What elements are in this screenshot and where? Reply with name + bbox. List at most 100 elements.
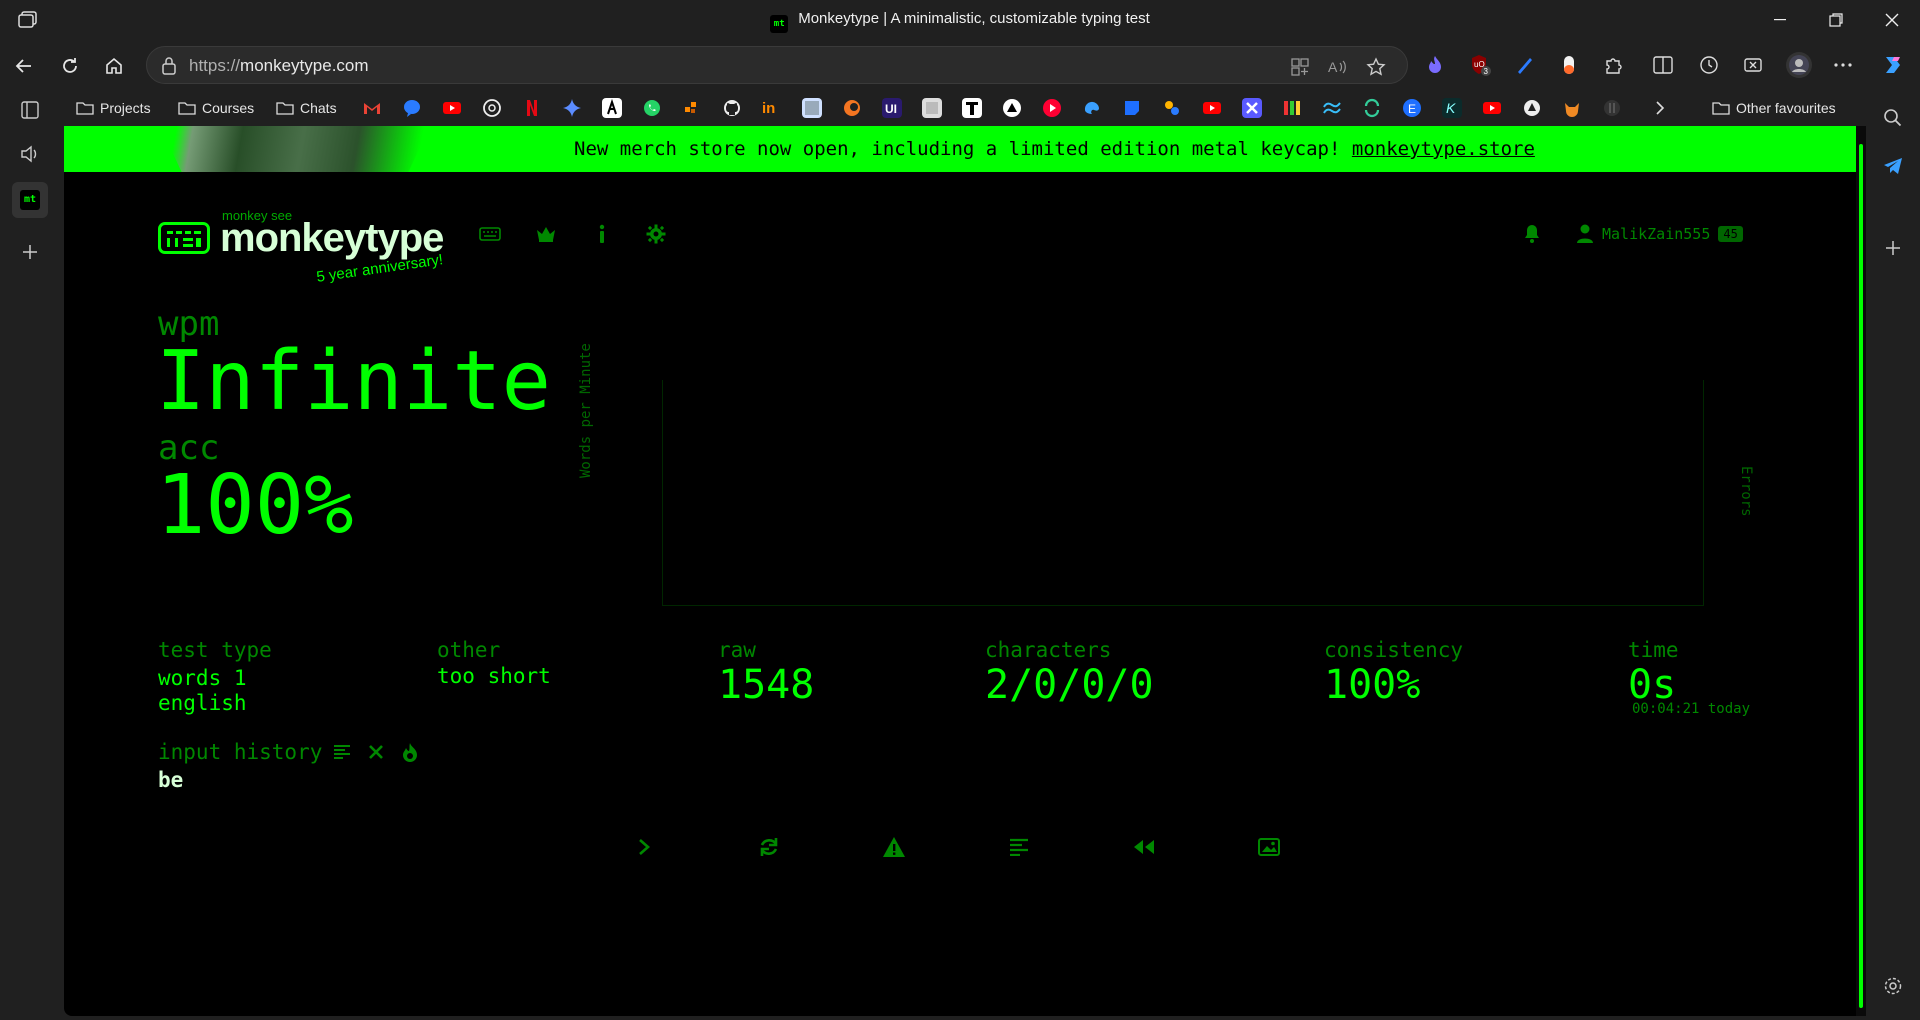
restore-button[interactable] — [1808, 0, 1864, 40]
e-app-icon[interactable]: E — [1402, 98, 1422, 118]
next-test-chevron-icon[interactable] — [631, 834, 657, 860]
indeed-icon[interactable]: in — [762, 98, 782, 118]
more-options-icon[interactable] — [1830, 52, 1856, 78]
github-icon[interactable] — [722, 98, 742, 118]
t-bookmark-icon[interactable] — [962, 98, 982, 118]
favorites-folder-courses[interactable]: Courses — [178, 96, 254, 120]
sidebar-settings-icon[interactable] — [1879, 972, 1907, 1000]
leaderboard-crown-icon[interactable] — [534, 222, 558, 246]
colorful-bars-icon[interactable] — [1282, 98, 1302, 118]
read-aloud-icon[interactable]: A — [1327, 56, 1349, 78]
address-bar[interactable]: https://monkeytype.com A — [146, 46, 1408, 84]
history-icon[interactable] — [1696, 52, 1722, 78]
home-button[interactable] — [98, 50, 130, 82]
chatgpt-icon[interactable] — [482, 98, 502, 118]
other-favourites-folder[interactable]: Other favourites — [1712, 96, 1836, 120]
whatsapp-icon[interactable] — [642, 98, 662, 118]
replay-rewind-icon[interactable] — [1131, 834, 1157, 860]
page-scrollbar[interactable] — [1856, 126, 1866, 1016]
burst-flame-icon[interactable] — [398, 740, 422, 764]
udemy-like-icon[interactable]: UI — [882, 98, 902, 118]
input-history-words: be — [158, 768, 184, 792]
youtube-icon[interactable] — [442, 98, 462, 118]
favorites-folder-chats[interactable]: Chats — [276, 96, 337, 120]
merch-banner: New merch store now open, including a li… — [64, 126, 1856, 172]
monkeytype-tab[interactable]: mt — [12, 182, 48, 218]
result-chart — [662, 380, 1704, 606]
messenger-icon[interactable] — [402, 98, 422, 118]
refresh-button[interactable] — [54, 50, 86, 82]
extensions-puzzle-icon[interactable] — [1600, 52, 1626, 78]
add-sidebar-app-icon[interactable] — [1879, 234, 1907, 262]
about-info-icon[interactable] — [590, 222, 614, 246]
green-app-icon[interactable] — [1362, 98, 1382, 118]
extension-capsule-icon[interactable] — [1556, 52, 1582, 78]
lock-icon[interactable] — [161, 57, 177, 80]
bookmark-orange-icon[interactable] — [682, 98, 702, 118]
chart-y-axis-label: Words per Minute — [578, 343, 594, 478]
errors-x-icon[interactable] — [364, 740, 388, 764]
url-host: monkeytype.com — [240, 56, 369, 75]
screenshot-image-icon[interactable] — [1256, 834, 1282, 860]
vercel-icon[interactable] — [1002, 98, 1022, 118]
svg-text:A: A — [1328, 59, 1338, 75]
youtube-music-icon[interactable] — [1042, 98, 1062, 118]
characters-label: characters — [985, 638, 1112, 662]
acc-value: 100% — [156, 458, 354, 553]
fox-app-icon[interactable] — [1562, 98, 1582, 118]
wpm-value: Infinite — [156, 334, 551, 429]
notion-like-icon[interactable] — [922, 98, 942, 118]
extension-flame-icon[interactable] — [1422, 52, 1448, 78]
extension-pen-icon[interactable] — [1512, 52, 1538, 78]
favorites-overflow-chevron-icon[interactable] — [1650, 98, 1670, 118]
account-button[interactable]: MalikZain555 45 — [1576, 224, 1743, 244]
toggle-words-history-icon[interactable] — [1006, 834, 1032, 860]
time-timestamp: 00:04:21 today — [1632, 701, 1751, 717]
notifications-bell-icon[interactable] — [1520, 222, 1544, 246]
url-text[interactable]: https://monkeytype.com — [189, 56, 369, 76]
netflix-icon[interactable] — [522, 98, 542, 118]
practice-warning-icon[interactable] — [881, 834, 907, 860]
split-screen-icon[interactable] — [1650, 52, 1676, 78]
crunchyroll-icon[interactable] — [842, 98, 862, 118]
blue-app-icon[interactable] — [1122, 98, 1142, 118]
restart-test-icon[interactable] — [756, 834, 782, 860]
tab-panel-icon[interactable] — [12, 92, 48, 128]
web-capture-icon[interactable] — [1740, 52, 1766, 78]
favorites-folder-label: Projects — [100, 100, 151, 116]
search-icon[interactable] — [1879, 104, 1907, 132]
toggle-burst-align-left-icon[interactable] — [330, 740, 354, 764]
merch-store-link[interactable]: monkeytype.store — [1352, 138, 1535, 160]
youtube-3-icon[interactable] — [1482, 98, 1502, 118]
back-button[interactable] — [8, 50, 40, 82]
test-type-mode[interactable]: words 1 — [158, 666, 247, 690]
edge-bookmark-icon[interactable] — [1082, 98, 1102, 118]
settings-gear-icon[interactable] — [644, 222, 668, 246]
favorite-star-icon[interactable] — [1365, 56, 1387, 78]
image-bookmark-icon[interactable] — [802, 98, 822, 118]
profile-avatar-icon[interactable] — [1786, 52, 1812, 78]
x-app-icon[interactable] — [1242, 98, 1262, 118]
k-app-icon[interactable]: K — [1442, 98, 1462, 118]
dark-app-icon[interactable] — [1602, 98, 1622, 118]
tailwind-icon[interactable] — [1322, 98, 1342, 118]
other-value: too short — [437, 664, 551, 688]
circle-app-icon[interactable] — [1522, 98, 1542, 118]
gemini-icon[interactable] — [562, 98, 582, 118]
test-type-language[interactable]: english — [158, 691, 247, 715]
scrollbar-thumb[interactable] — [1859, 144, 1863, 1008]
app-available-icon[interactable] — [1289, 56, 1311, 78]
gmail-icon[interactable] — [362, 98, 382, 118]
favorites-folder-projects[interactable]: Projects — [76, 96, 151, 120]
multicolor-app-icon[interactable] — [1162, 98, 1182, 118]
audio-tab-icon[interactable] — [12, 136, 48, 172]
anthropic-icon[interactable] — [602, 98, 622, 118]
telegram-icon[interactable] — [1879, 152, 1907, 180]
close-window-button[interactable] — [1864, 0, 1920, 40]
minimize-button[interactable] — [1752, 0, 1808, 40]
new-tab-plus-icon[interactable] — [12, 234, 48, 270]
copilot-icon[interactable] — [1880, 52, 1906, 78]
ublock-origin-icon[interactable]: uO 3 — [1468, 52, 1494, 78]
youtube-2-icon[interactable] — [1202, 98, 1222, 118]
keyboard-icon[interactable] — [478, 222, 502, 246]
